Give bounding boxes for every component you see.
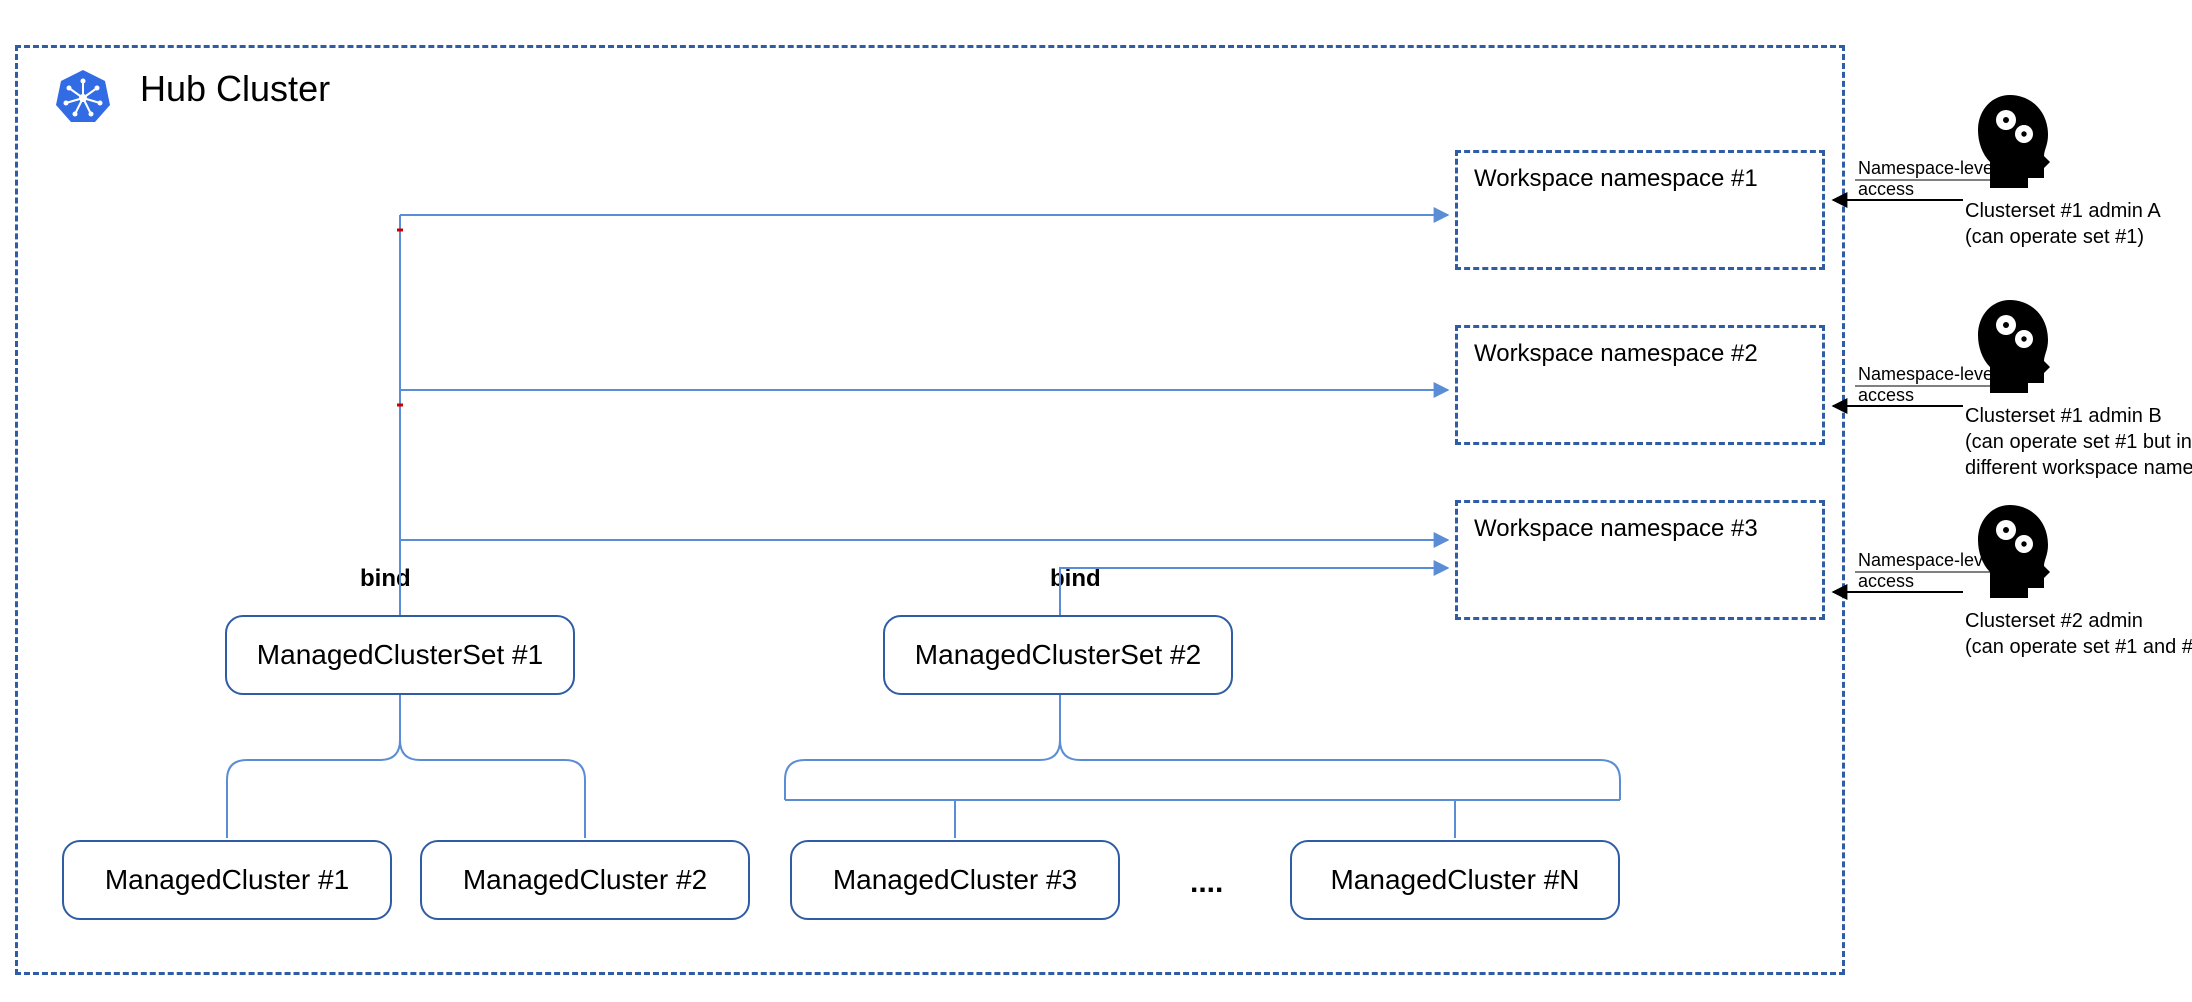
- managed-cluster-1: ManagedCluster #1: [62, 840, 392, 920]
- namespace-access-label-3: Namespace-level access: [1858, 550, 1997, 591]
- ns-access-line2: access: [1858, 179, 1997, 200]
- ns-access-line2: access: [1858, 571, 1997, 592]
- kubernetes-icon: [55, 68, 111, 124]
- box-label: ManagedCluster #2: [463, 864, 707, 896]
- workspace-namespace-1: Workspace namespace #1: [1455, 150, 1825, 270]
- namespace-access-label-1: Namespace-level access: [1858, 158, 1997, 199]
- admin-c-block: Clusterset #2 admin (can operate set #1 …: [1965, 500, 2192, 660]
- ellipsis: ....: [1190, 866, 1223, 900]
- workspace-namespace-3: Workspace namespace #3: [1455, 500, 1825, 620]
- ns-access-line2: access: [1858, 385, 1997, 406]
- ns-access-line1: Namespace-level: [1858, 158, 1997, 179]
- box-label: ManagedCluster #1: [105, 864, 349, 896]
- managed-cluster-set-2: ManagedClusterSet #2: [883, 615, 1233, 695]
- workspace-namespace-2: Workspace namespace #2: [1455, 325, 1825, 445]
- admin-b-block: Clusterset #1 admin B (can operate set #…: [1965, 295, 2192, 481]
- hub-cluster-title: Hub Cluster: [140, 68, 330, 110]
- workspace-label: Workspace namespace #2: [1474, 340, 1758, 367]
- admin-note: (can operate set #1 and #2): [1965, 634, 2192, 660]
- admin-title: Clusterset #2 admin: [1965, 608, 2192, 634]
- workspace-label: Workspace namespace #3: [1474, 515, 1758, 542]
- workspace-label: Workspace namespace #1: [1474, 165, 1758, 192]
- bind-label-2: bind: [1050, 565, 1101, 593]
- managed-cluster-2: ManagedCluster #2: [420, 840, 750, 920]
- managed-cluster-set-1: ManagedClusterSet #1: [225, 615, 575, 695]
- box-label: ManagedCluster #3: [833, 864, 1077, 896]
- admin-title: Clusterset #1 admin A: [1965, 198, 2192, 224]
- managed-cluster-n: ManagedCluster #N: [1290, 840, 1620, 920]
- box-label: ManagedCluster #N: [1330, 864, 1579, 896]
- diagram-canvas: Hub Cluster Workspace namespace #1 Works…: [0, 0, 2192, 1002]
- admin-note: (can operate set #1): [1965, 224, 2192, 250]
- managed-cluster-3: ManagedCluster #3: [790, 840, 1120, 920]
- admin-title: Clusterset #1 admin B: [1965, 403, 2192, 429]
- box-label: ManagedClusterSet #2: [915, 639, 1201, 671]
- ns-access-line1: Namespace-level: [1858, 364, 1997, 385]
- admin-a-block: Clusterset #1 admin A (can operate set #…: [1965, 90, 2192, 250]
- admin-note: (can operate set #1 but in a different w…: [1965, 429, 2192, 481]
- ns-access-line1: Namespace-level: [1858, 550, 1997, 571]
- namespace-access-label-2: Namespace-level access: [1858, 364, 1997, 405]
- bind-label-1: bind: [360, 565, 411, 593]
- box-label: ManagedClusterSet #1: [257, 639, 543, 671]
